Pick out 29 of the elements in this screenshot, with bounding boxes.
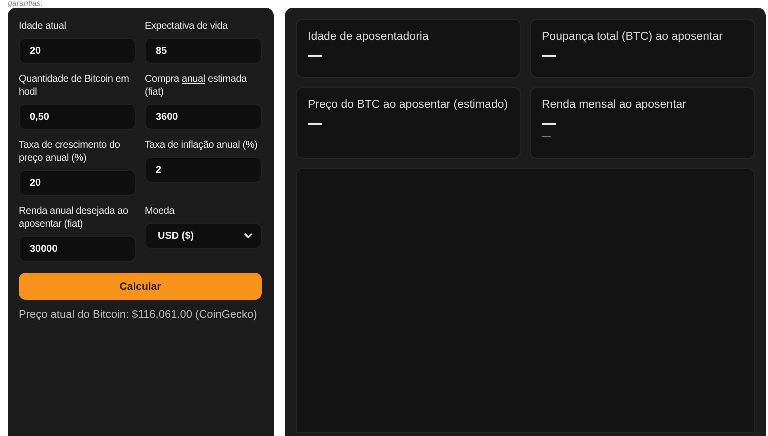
field-label: Compra anual estimada (fiat)	[145, 73, 248, 99]
result-label: Poupança total (BTC) ao aposentar	[542, 31, 724, 43]
result-label: Renda mensal ao aposentar	[542, 99, 688, 111]
field-label: Moeda	[145, 205, 176, 218]
field-label: Taxa de crescimento do preço anual (%)	[19, 139, 122, 165]
field-label: Renda anual desejada ao aposentar (fiat)	[19, 205, 130, 231]
input-field[interactable]: 30000	[19, 236, 136, 262]
result-label: Preço do BTC ao aposentar (estimado)	[308, 99, 509, 111]
chevron-down-icon	[244, 233, 253, 239]
field-label: Taxa de inflação anual (%)	[145, 139, 259, 152]
result-value: —	[542, 115, 557, 131]
input-field[interactable]: 2	[145, 157, 262, 183]
intro-text: garantias.	[7, 0, 44, 8]
input-field[interactable]: 20	[19, 38, 136, 64]
field-label: Idade atual	[19, 20, 68, 33]
result-subtext: —	[542, 131, 552, 141]
input-field[interactable]: 3600	[145, 104, 262, 130]
currency-select[interactable]: USD ($)	[145, 223, 262, 249]
result-value: —	[308, 115, 323, 131]
result-value: —	[308, 47, 323, 63]
result-label: Idade de aposentadoria	[308, 31, 430, 43]
input-field[interactable]: 85	[145, 38, 262, 64]
field-label: Quantidade de Bitcoin em hodl	[19, 73, 130, 99]
field-label: Expectativa de vida	[145, 20, 229, 33]
result-value: —	[542, 47, 557, 63]
bitcoin-price-text: Preço atual do Bitcoin: $116,061.00 (CoinGecko)	[19, 309, 258, 321]
input-field[interactable]: 0,50	[19, 104, 136, 130]
calculate-button[interactable]: Calcular	[19, 273, 262, 300]
input-field[interactable]: 20	[19, 170, 136, 196]
